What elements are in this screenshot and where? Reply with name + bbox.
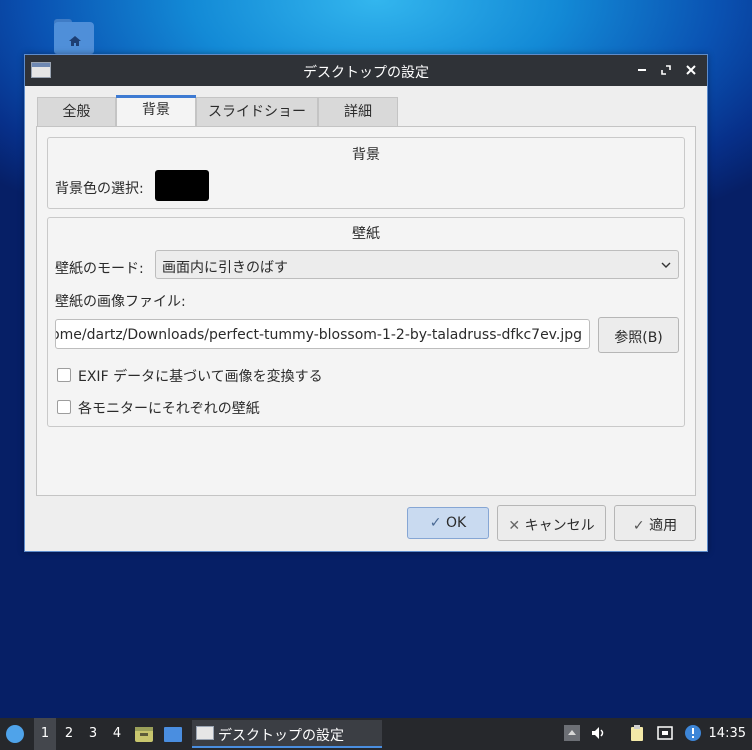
close-x-icon: ✕	[508, 518, 525, 534]
apply-button-label: 適用	[649, 518, 678, 534]
check-icon: ✓	[632, 518, 650, 534]
home-folder-icon[interactable]	[54, 19, 96, 56]
tab-panel-background: 背景 背景色の選択: 壁紙 壁紙のモード: 画面内に引きのばす 壁紙の画像ファイ…	[36, 126, 696, 496]
tray-arrow-up-icon[interactable]	[563, 724, 581, 742]
exif-checkbox-label[interactable]: EXIF データに基づいて画像を変換する	[78, 366, 323, 386]
taskbar-app-desktop-settings[interactable]: デスクトップの設定	[192, 720, 382, 748]
tab-slideshow[interactable]: スライドショー	[196, 97, 318, 127]
tab-general[interactable]: 全般	[37, 97, 116, 127]
workspace-2[interactable]: 2	[58, 718, 80, 750]
cancel-button-label: キャンセル	[524, 518, 595, 534]
home-icon	[69, 36, 81, 46]
show-desktop-icon[interactable]	[163, 724, 183, 744]
ok-button-label: OK	[445, 515, 467, 531]
file-manager-icon[interactable]	[134, 724, 154, 744]
clipboard-icon[interactable]	[628, 724, 646, 742]
background-group: 背景 背景色の選択:	[47, 137, 685, 209]
wallpaper-file-label: 壁紙の画像ファイル:	[55, 294, 186, 310]
minimize-icon[interactable]	[633, 61, 651, 79]
cancel-button[interactable]: ✕ キャンセル	[497, 505, 606, 541]
desktop-settings-window: デスクトップの設定 全般 背景 スライドショー 詳細 背景 背景色の選択: 壁紙…	[24, 54, 708, 552]
workspace-3[interactable]: 3	[82, 718, 104, 750]
ok-button[interactable]: ✓ OK	[407, 507, 489, 539]
title-bar[interactable]: デスクトップの設定	[25, 55, 707, 86]
wallpaper-mode-select[interactable]: 画面内に引きのばす	[155, 250, 679, 279]
wallpaper-group: 壁紙 壁紙のモード: 画面内に引きのばす 壁紙の画像ファイル: /home/da…	[47, 217, 685, 427]
close-icon[interactable]	[682, 61, 700, 79]
notification-icon[interactable]	[684, 724, 702, 742]
workspace-4[interactable]: 4	[106, 718, 128, 750]
background-color-button[interactable]	[155, 170, 209, 201]
network-icon[interactable]	[656, 724, 674, 742]
taskbar: 1 2 3 4 デスクトップの設定 14:35	[0, 718, 752, 750]
wallpaper-file-input[interactable]: /home/dartz/Downloads/perfect-tummy-blos…	[55, 319, 590, 349]
background-group-title: 背景	[352, 147, 380, 163]
maximize-icon[interactable]	[657, 61, 675, 79]
browse-button[interactable]: 参照(B)	[598, 317, 679, 353]
wallpaper-mode-label: 壁紙のモード:	[55, 261, 144, 277]
tab-background[interactable]: 背景	[116, 95, 196, 128]
start-menu-icon[interactable]	[6, 725, 24, 743]
exif-checkbox[interactable]	[57, 368, 71, 382]
wallpaper-file-path: /home/dartz/Downloads/perfect-tummy-blos…	[55, 327, 582, 343]
chevron-down-icon	[661, 262, 671, 268]
wallpaper-mode-value: 画面内に引きのばす	[162, 260, 288, 276]
window-title: デスクトップの設定	[303, 65, 429, 81]
tab-advanced[interactable]: 詳細	[318, 97, 398, 127]
apply-button[interactable]: ✓ 適用	[614, 505, 696, 541]
window-icon	[196, 726, 214, 740]
workspace-1[interactable]: 1	[34, 718, 56, 750]
wallpaper-group-title: 壁紙	[352, 226, 380, 242]
taskbar-app-label: デスクトップの設定	[218, 728, 344, 744]
check-icon: ✓	[429, 515, 446, 531]
per-monitor-checkbox-label[interactable]: 各モニターにそれぞれの壁紙	[78, 398, 260, 418]
browse-button-label: 参照(B)	[614, 330, 663, 346]
volume-icon[interactable]	[590, 724, 608, 742]
clock[interactable]: 14:35	[709, 726, 746, 741]
background-color-label: 背景色の選択:	[55, 181, 144, 197]
per-monitor-checkbox[interactable]	[57, 400, 71, 414]
